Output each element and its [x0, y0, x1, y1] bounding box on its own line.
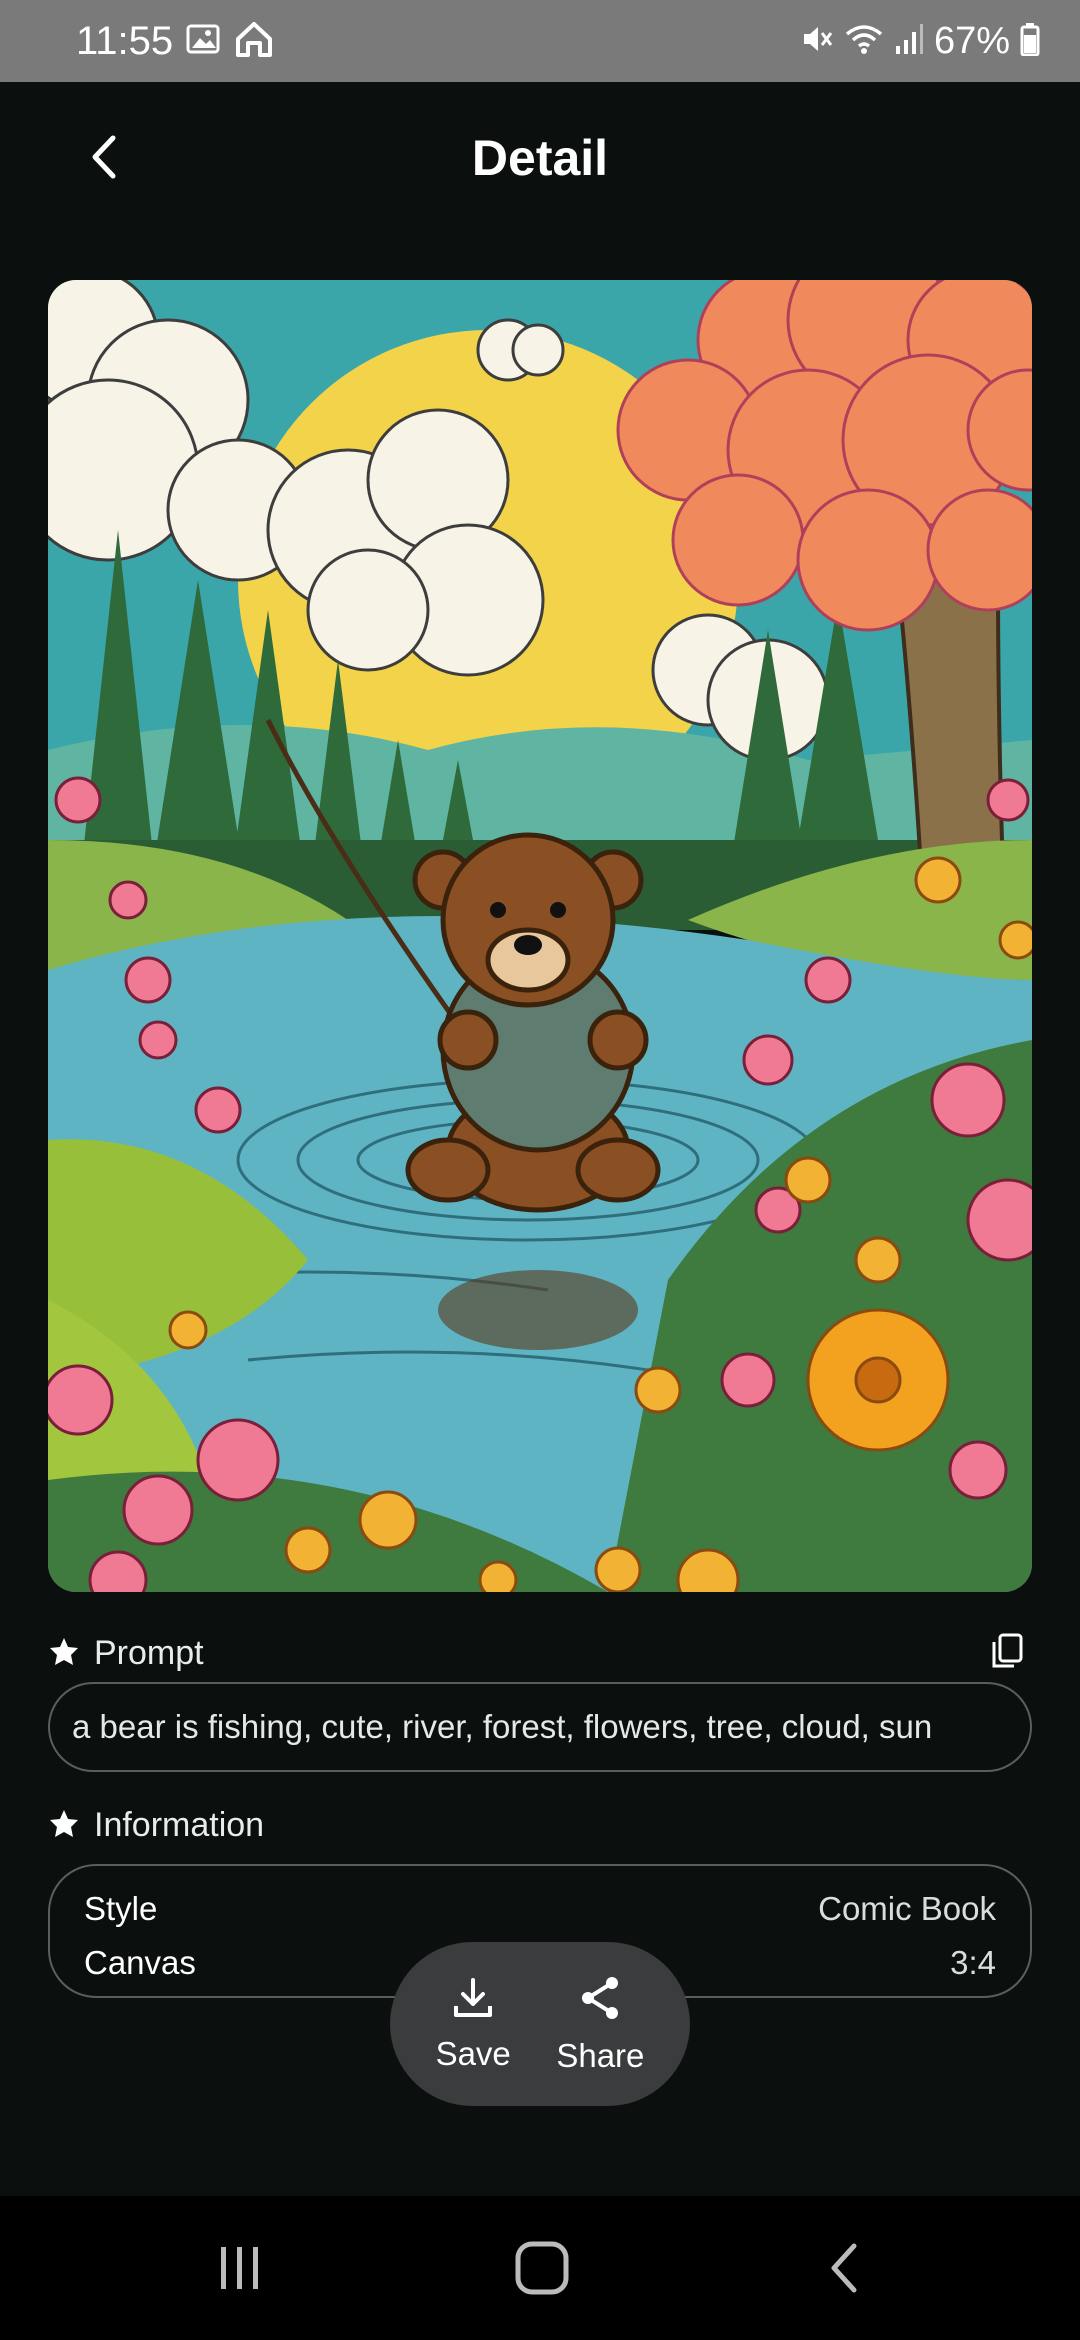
download-icon [451, 1976, 495, 2025]
share-label: Share [556, 2036, 645, 2074]
copy-prompt-button[interactable] [982, 1628, 1032, 1678]
prompt-text-box: a bear is fishing, cute, river, forest, … [48, 1682, 1032, 1772]
home-app-icon [234, 19, 274, 64]
signal-icon [894, 22, 924, 61]
share-button[interactable]: Share [556, 1974, 644, 2075]
info-row-style: Style Comic Book [84, 1882, 996, 1936]
back-arrow-icon [824, 2240, 864, 2301]
prompt-section-header: Prompt [48, 1628, 1032, 1678]
share-icon [576, 1974, 624, 2027]
page-title: Detail [471, 130, 609, 186]
wifi-icon [844, 22, 884, 61]
recent-apps-icon [215, 2243, 265, 2298]
header: Detail [0, 82, 1080, 242]
gallery-icon [186, 24, 220, 59]
prompt-label: Prompt [94, 1633, 204, 1672]
prompt-text: a bear is fishing, cute, river, forest, … [72, 1708, 933, 1745]
recent-apps-button[interactable] [200, 2238, 280, 2302]
generated-image [48, 280, 1032, 1592]
home-button[interactable] [502, 2238, 582, 2302]
info-key: Canvas [84, 1944, 196, 1981]
save-label: Save [435, 2034, 511, 2072]
system-nav-bar [0, 2196, 1080, 2340]
home-icon [514, 2240, 570, 2301]
battery-icon [1020, 22, 1040, 61]
info-key: Style [84, 1890, 158, 1927]
system-back-button[interactable] [804, 2238, 884, 2302]
copy-icon [989, 1632, 1025, 1675]
status-time: 11:55 [76, 19, 174, 63]
mute-icon [800, 22, 834, 61]
star-icon [48, 1807, 80, 1844]
info-value: 3:4 [950, 1944, 996, 1981]
status-bar: 11:55 67% [0, 0, 1080, 82]
star-icon [48, 1635, 80, 1672]
status-icons-right: 67% [800, 18, 1040, 64]
battery-percentage: 67% [933, 20, 1010, 62]
information-label: Information [94, 1805, 265, 1844]
information-section-header: Information [48, 1800, 1032, 1850]
save-button[interactable]: Save [436, 1976, 511, 2073]
action-pill: Save Share [390, 1942, 690, 2106]
status-icons-left [186, 18, 274, 64]
info-value: Comic Book [818, 1890, 996, 1927]
